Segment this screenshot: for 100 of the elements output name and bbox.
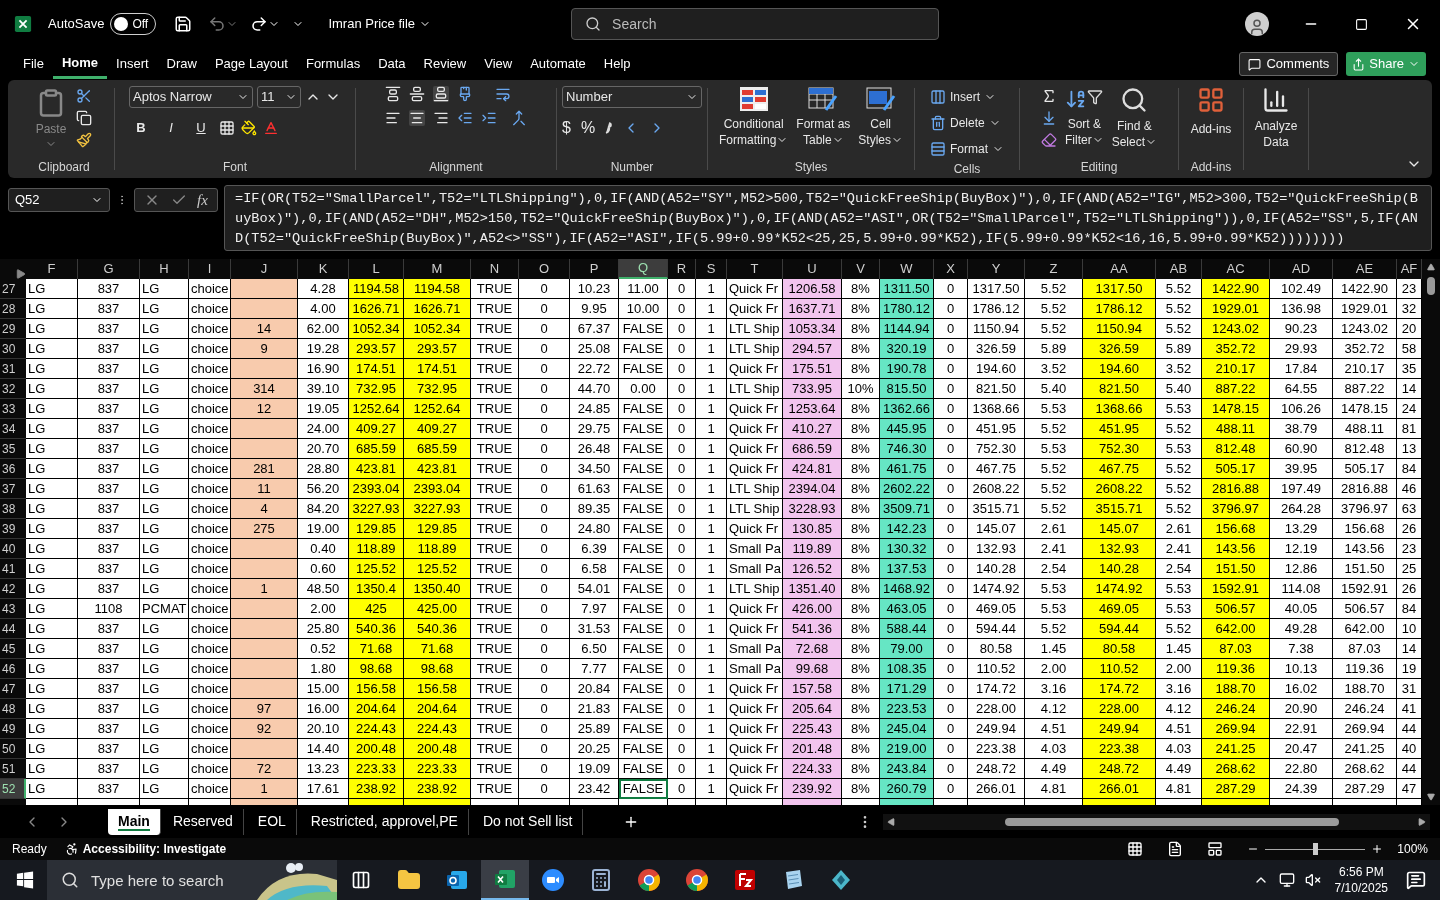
scroll-thumb[interactable]: [1427, 277, 1435, 295]
undo-icon[interactable]: [208, 15, 227, 33]
search-field[interactable]: Search: [571, 8, 940, 40]
row-header[interactable]: 37: [0, 479, 26, 499]
horizontal-scrollbar[interactable]: [883, 813, 1430, 830]
formula-field[interactable]: =IF(OR(T52="SmallParcel",T52="LTLShipping"),0,IF(AND(A52="SY",M52>500,T52="QuickFreeShip(BuyBox)"),0,IF(AND(A52="IG",M52>300,T52="QuickFreeShip(BuyBox)"),0,IF(AND(A52="DH",M52>150,T52="QuickFreeShip(BuyBox)"),0,IF(AND(A52="ASI",OR(T52="SmallParcel",T52="LTLShipping")),0,IF(A52="SS",5,IF(AND(T52="QuickFreeShip(BuyBox)",A52<>"SS"),IF(A52="ASI",IF(5.99+0.99*K52<25,25,5.99+0.99*K52),IF(5.99+0.99*K52<16,16,5.99+0.99*K52)))))))): [224, 185, 1432, 251]
page-layout-icon[interactable]: [1167, 841, 1184, 857]
editing-button[interactable]: Find & Select: [1111, 86, 1157, 150]
start-icon[interactable]: [16, 871, 34, 889]
spreadsheet-app-icon[interactable]: [493, 867, 517, 891]
vertical-scrollbar[interactable]: [1422, 259, 1440, 805]
row-header[interactable]: 38: [0, 499, 26, 519]
font-color-icon[interactable]: [263, 120, 279, 136]
row-header[interactable]: 45: [0, 639, 26, 659]
menu-tab[interactable]: Draw: [157, 49, 206, 79]
analyze-data-button[interactable]: Analyze Data: [1254, 86, 1298, 150]
decrease-indent-icon[interactable]: [457, 110, 473, 126]
calculator-icon[interactable]: [589, 868, 613, 892]
sheet-tab[interactable]: Reserved: [162, 808, 244, 835]
row-header[interactable]: 34: [0, 419, 26, 439]
styles-button[interactable]: Format as Table: [794, 86, 853, 148]
percent-button[interactable]: %: [580, 116, 596, 140]
menu-tab[interactable]: File: [14, 49, 53, 79]
sheet-tab[interactable]: Do not Sell list: [472, 808, 584, 835]
menu-tab[interactable]: Insert: [107, 49, 158, 79]
cells-button[interactable]: Format: [930, 138, 1004, 160]
eraser-icon[interactable]: [1041, 132, 1057, 148]
editing-button[interactable]: Sort & Filter: [1065, 86, 1104, 150]
row-header[interactable]: 46: [0, 659, 26, 679]
notifications-icon[interactable]: [1406, 870, 1426, 890]
row-header[interactable]: 31: [0, 359, 26, 379]
function-button[interactable]: fx: [196, 188, 208, 212]
underline-button[interactable]: U: [189, 116, 213, 140]
row-header[interactable]: 42: [0, 579, 26, 599]
menu-tab[interactable]: Page Layout: [205, 49, 297, 79]
fill-icon[interactable]: [1041, 110, 1057, 126]
row-header[interactable]: 29: [0, 319, 26, 339]
normal-view-icon[interactable]: [1127, 841, 1144, 857]
restore-icon[interactable]: [1355, 17, 1368, 31]
copy-icon[interactable]: [76, 110, 93, 126]
avatar[interactable]: [1245, 12, 1269, 36]
row-header[interactable]: 41: [0, 559, 26, 579]
menu-tab[interactable]: Data: [369, 49, 415, 79]
sheet-tab[interactable]: Main: [108, 808, 161, 835]
row-header[interactable]: 52: [0, 779, 26, 799]
align-right-icon[interactable]: [433, 110, 449, 126]
align-top-icon[interactable]: [385, 86, 401, 102]
row-header[interactable]: 50: [0, 739, 26, 759]
browser-icon[interactable]: [637, 868, 661, 892]
align-bottom-icon[interactable]: [433, 86, 449, 102]
row-header[interactable]: 43: [0, 599, 26, 619]
format-painter-icon[interactable]: [76, 132, 93, 148]
align-middle-icon[interactable]: [409, 86, 425, 102]
page-break-icon[interactable]: [1207, 841, 1224, 857]
clock[interactable]: 6:56 PM 7/10/2025: [1334, 864, 1388, 896]
sheet-tab[interactable]: EOL: [247, 808, 297, 835]
row-header[interactable]: 35: [0, 439, 26, 459]
menu-tab[interactable]: View: [475, 49, 522, 79]
cells-button[interactable]: Delete: [930, 112, 1004, 134]
scroll-thumb[interactable]: [1005, 817, 1340, 826]
wrap-text-icon[interactable]: [495, 86, 511, 102]
sheet-tab[interactable]: Restricted, approvel,PE: [300, 808, 469, 835]
menu-tab[interactable]: Automate: [521, 49, 595, 79]
row-header[interactable]: 32: [0, 379, 26, 399]
column-header[interactable]: Q: [619, 259, 668, 279]
accessibility-button[interactable]: Accessibility: Investigate: [64, 840, 227, 858]
taskbar-search-field[interactable]: Type here to search: [47, 860, 257, 900]
merge-icon[interactable]: [511, 110, 527, 126]
styles-button[interactable]: Conditional Formatting: [716, 86, 791, 148]
font-name-dropdown[interactable]: Aptos Narrow: [129, 86, 253, 108]
row-header[interactable]: 51: [0, 759, 26, 779]
video-app-icon[interactable]: [541, 868, 565, 892]
row-header[interactable]: 47: [0, 679, 26, 699]
row-header[interactable]: 28: [0, 299, 26, 319]
row-header[interactable]: 39: [0, 519, 26, 539]
align-left-icon[interactable]: [385, 110, 401, 126]
menu-tab[interactable]: Formulas: [296, 49, 370, 79]
menu-tab[interactable]: Review: [414, 49, 476, 79]
folder-icon[interactable]: [397, 868, 421, 892]
bold-button[interactable]: B: [129, 116, 153, 140]
paste-button[interactable]: Paste: [35, 86, 67, 150]
row-header[interactable]: 30: [0, 339, 26, 359]
redo-icon[interactable]: [250, 15, 269, 33]
file-name-button[interactable]: Imran Price file: [328, 14, 432, 34]
cut-icon[interactable]: [76, 88, 93, 104]
fill-color-icon[interactable]: [241, 120, 257, 136]
network-icon[interactable]: [1278, 872, 1295, 888]
ftp-app-icon[interactable]: [733, 868, 757, 892]
add-ins-button[interactable]: Add-ins: [1190, 86, 1232, 138]
row-header[interactable]: 40: [0, 539, 26, 559]
mail-app-icon[interactable]: [445, 868, 469, 892]
select-all-icon[interactable]: [16, 269, 26, 279]
row-header[interactable]: 36: [0, 459, 26, 479]
row-header[interactable]: 44: [0, 619, 26, 639]
mute-icon[interactable]: [1304, 872, 1321, 888]
cells-button[interactable]: Insert: [930, 86, 1004, 108]
row-header[interactable]: 27: [0, 279, 26, 299]
row-header[interactable]: 33: [0, 399, 26, 419]
align-center-icon[interactable]: [409, 110, 425, 126]
zoom-level[interactable]: 100%: [1397, 840, 1428, 858]
